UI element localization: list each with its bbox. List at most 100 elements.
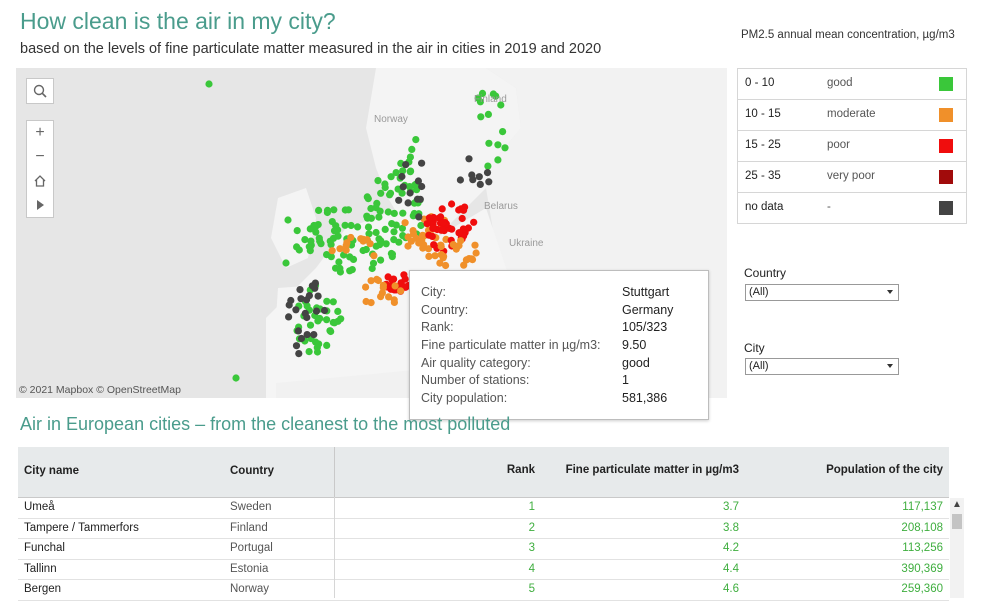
city-marker[interactable]	[294, 327, 302, 335]
city-marker[interactable]	[384, 273, 392, 281]
city-marker[interactable]	[303, 296, 311, 304]
city-marker[interactable]	[449, 241, 457, 249]
city-marker[interactable]	[404, 233, 412, 241]
city-marker[interactable]	[312, 338, 320, 346]
city-marker[interactable]	[439, 254, 447, 262]
city-marker[interactable]	[397, 287, 405, 295]
city-marker[interactable]	[367, 277, 375, 285]
city-marker[interactable]	[431, 252, 439, 260]
city-marker[interactable]	[364, 223, 373, 231]
city-marker[interactable]	[323, 206, 332, 214]
city-marker[interactable]	[484, 162, 492, 170]
city-marker[interactable]	[363, 212, 371, 220]
city-marker[interactable]	[395, 196, 403, 204]
header-city[interactable]: City name	[24, 465, 79, 477]
city-marker[interactable]	[499, 128, 507, 136]
city-marker[interactable]	[423, 220, 431, 228]
header-pm[interactable]: Fine particulate matter in µg/m3	[566, 464, 739, 476]
city-marker[interactable]	[386, 189, 395, 197]
table-row[interactable]: Tampere / Tammerfors Finland 2 3.8 208,1…	[18, 519, 949, 540]
city-marker[interactable]	[384, 208, 392, 216]
city-marker[interactable]	[374, 177, 382, 185]
city-marker[interactable]	[293, 243, 301, 251]
legend-row[interactable]: 10 - 15 moderate	[737, 100, 967, 131]
city-marker[interactable]	[372, 228, 380, 237]
city-marker[interactable]	[471, 241, 479, 249]
city-select[interactable]: (All)	[745, 358, 899, 375]
city-marker[interactable]	[347, 221, 355, 230]
city-marker[interactable]	[468, 171, 476, 179]
city-marker[interactable]	[377, 189, 385, 197]
city-marker[interactable]	[379, 284, 387, 292]
city-marker[interactable]	[346, 253, 354, 261]
city-marker[interactable]	[428, 232, 436, 240]
city-marker[interactable]	[335, 258, 343, 266]
city-marker[interactable]	[327, 327, 335, 336]
city-marker[interactable]	[330, 319, 339, 327]
city-marker[interactable]	[456, 176, 464, 184]
city-marker[interactable]	[438, 205, 446, 213]
country-select[interactable]: (All)	[745, 284, 899, 301]
city-marker[interactable]	[369, 259, 378, 267]
city-marker[interactable]	[323, 297, 331, 305]
city-marker[interactable]	[485, 178, 493, 186]
home-icon[interactable]	[27, 169, 53, 193]
city-marker[interactable]	[330, 206, 338, 214]
city-marker[interactable]	[329, 298, 337, 306]
city-marker[interactable]	[329, 234, 338, 242]
city-marker[interactable]	[359, 235, 367, 243]
city-marker[interactable]	[406, 153, 414, 161]
city-marker[interactable]	[381, 225, 389, 233]
city-marker[interactable]	[415, 239, 423, 247]
city-marker[interactable]	[425, 252, 433, 260]
city-marker[interactable]	[390, 209, 398, 217]
city-marker[interactable]	[388, 220, 396, 228]
city-marker[interactable]	[312, 307, 321, 315]
city-marker[interactable]	[310, 221, 318, 230]
city-marker[interactable]	[390, 298, 398, 306]
city-marker[interactable]	[370, 252, 378, 260]
city-marker[interactable]	[372, 204, 380, 212]
zoom-out-button[interactable]: −	[27, 145, 53, 169]
city-marker[interactable]	[330, 227, 339, 235]
city-marker[interactable]	[328, 247, 336, 255]
city-marker[interactable]	[455, 229, 463, 237]
city-marker[interactable]	[323, 316, 331, 324]
city-marker[interactable]	[316, 314, 324, 323]
city-marker[interactable]	[314, 292, 322, 300]
city-marker[interactable]	[448, 225, 456, 233]
city-marker[interactable]	[312, 228, 320, 236]
city-marker[interactable]	[465, 155, 473, 163]
city-marker[interactable]	[470, 218, 478, 226]
city-marker[interactable]	[415, 213, 423, 221]
city-marker[interactable]	[404, 199, 412, 207]
city-marker[interactable]	[292, 306, 300, 314]
city-marker[interactable]	[320, 306, 329, 315]
city-marker[interactable]	[398, 172, 406, 181]
city-marker[interactable]	[336, 268, 344, 276]
city-marker[interactable]	[327, 241, 335, 249]
city-marker[interactable]	[295, 350, 303, 358]
city-marker[interactable]	[315, 206, 323, 214]
table-scrollbar[interactable]: ▲	[950, 498, 964, 598]
legend-row[interactable]: no data -	[737, 193, 967, 224]
map-attribution[interactable]: © 2021 Mapbox © OpenStreetMap	[19, 384, 181, 396]
city-marker[interactable]	[307, 237, 315, 245]
city-marker[interactable]	[305, 348, 313, 356]
city-marker[interactable]	[381, 183, 389, 192]
table-row[interactable]: Tallinn Estonia 4 4.4 390,369	[18, 560, 949, 581]
city-marker[interactable]	[316, 237, 324, 245]
city-marker[interactable]	[417, 221, 425, 230]
city-marker[interactable]	[416, 195, 424, 203]
city-marker[interactable]	[477, 113, 485, 121]
table-row[interactable]: Funchal Portugal 3 4.2 113,256	[18, 539, 949, 560]
city-marker[interactable]	[494, 156, 502, 164]
city-marker[interactable]	[448, 200, 456, 208]
city-marker[interactable]	[348, 266, 356, 274]
city-marker[interactable]	[388, 253, 396, 261]
city-marker[interactable]	[306, 321, 315, 329]
city-marker[interactable]	[494, 141, 502, 149]
city-marker[interactable]	[377, 293, 385, 301]
city-marker[interactable]	[395, 238, 403, 246]
city-marker[interactable]	[362, 297, 370, 306]
